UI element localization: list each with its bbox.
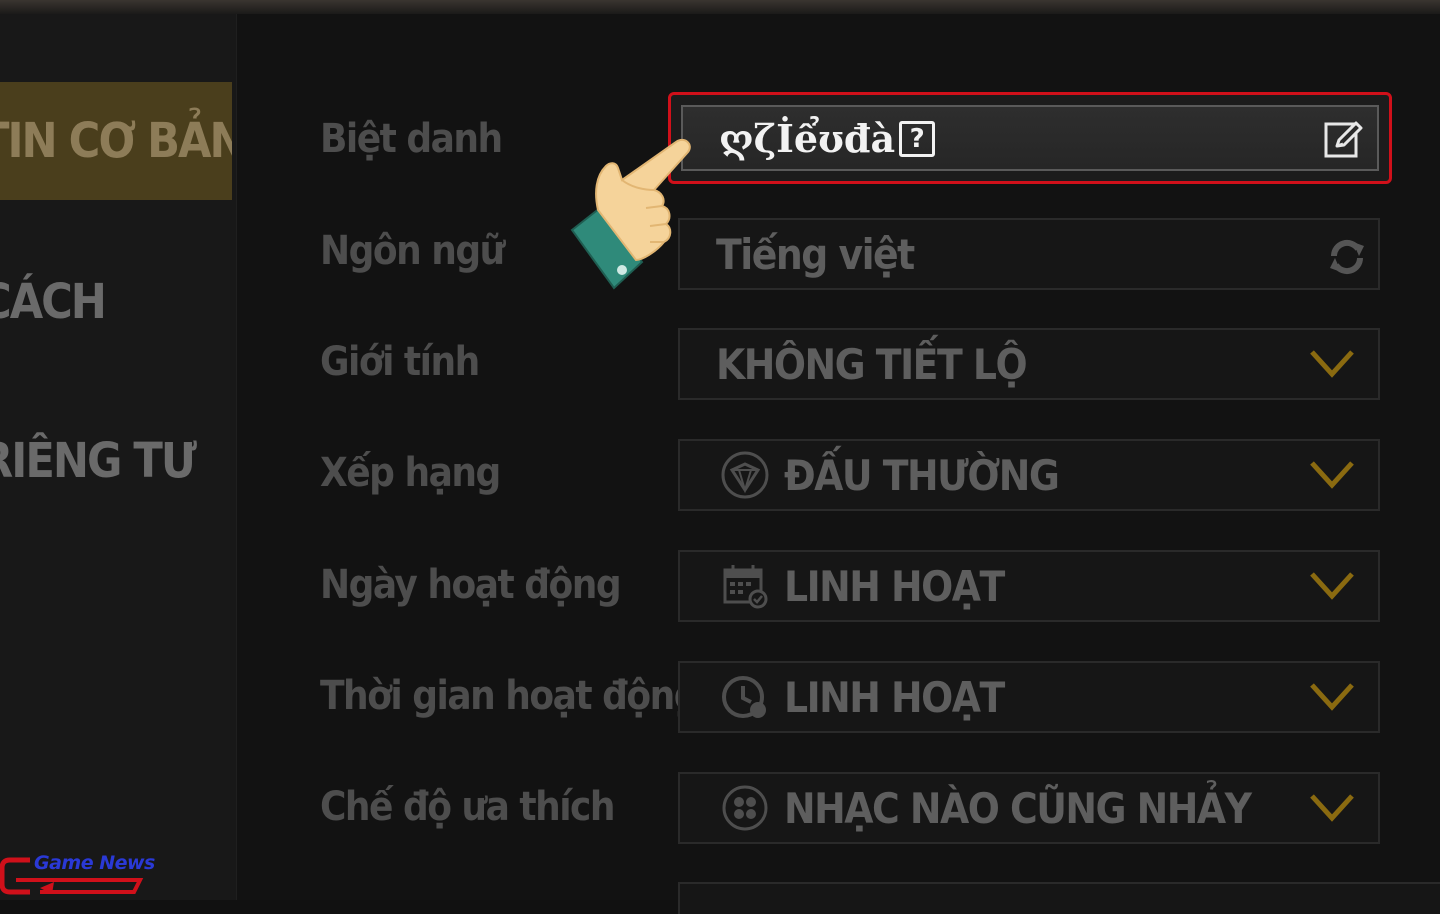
chevron-down-icon [1310,683,1354,711]
sidebar-item-label: CÁCH [0,274,107,330]
gender-value: KHÔNG TIẾT LỘ [716,339,1028,389]
active-time-label: Thời gian hoạt động [320,673,699,719]
sidebar-item-label: RIÊNG TƯ [0,433,197,489]
mode-icon [720,783,770,833]
next-field-partial [678,882,1440,914]
active-days-label: Ngày hoạt động [320,562,622,608]
language-value: Tiếng việt [716,229,915,279]
gender-label: Giới tính [320,339,480,385]
chevron-down-icon [1310,350,1354,378]
chevron-down-icon [1310,794,1354,822]
active-time-value: LINH HOẠT [784,672,1005,722]
gender-select[interactable]: KHÔNG TIẾT LỘ [678,328,1380,400]
pointing-hand-icon [570,138,691,290]
nickname-highlight-frame: ღζİểʊđà? [668,92,1392,184]
nickname-value: ღζİểʊđà? [719,116,936,161]
active-days-select[interactable]: LINH HOẠT [678,550,1380,622]
language-label: Ngôn ngữ [320,228,505,274]
rank-select[interactable]: ĐẤU THƯỜNG [678,439,1380,511]
nickname-field[interactable]: ღζİểʊđà? [681,105,1379,171]
rank-icon [720,450,770,500]
sidebar-item-label: TIN CƠ BẢN [0,113,232,169]
nickname-label: Biệt danh [320,116,503,162]
rank-label: Xếp hạng [320,450,501,496]
refresh-icon[interactable] [1324,234,1370,280]
language-select[interactable]: Tiếng việt [678,218,1380,290]
active-days-value: LINH HOẠT [784,561,1005,611]
edit-icon[interactable] [1323,119,1363,159]
preferred-mode-select[interactable]: NHẠC NÀO CŨNG NHẢY [678,772,1380,844]
sidebar-item-style[interactable]: CÁCH [0,243,232,361]
chevron-down-icon [1310,461,1354,489]
preferred-mode-label: Chế độ ưa thích [320,784,616,830]
rank-value: ĐẤU THƯỜNG [784,450,1060,500]
clock-icon [720,672,770,722]
chevron-down-icon [1310,572,1354,600]
watermark-text: Game News [34,852,155,874]
sidebar-item-basic-info[interactable]: TIN CƠ BẢN [0,82,232,200]
unknown-char-box: ? [899,121,936,157]
sidebar-item-privacy[interactable]: RIÊNG TƯ [0,402,232,520]
preferred-mode-value: NHẠC NÀO CŨNG NHẢY [784,783,1252,833]
top-bar [0,0,1440,14]
active-time-select[interactable]: LINH HOẠT [678,661,1380,733]
calendar-icon [720,561,770,611]
